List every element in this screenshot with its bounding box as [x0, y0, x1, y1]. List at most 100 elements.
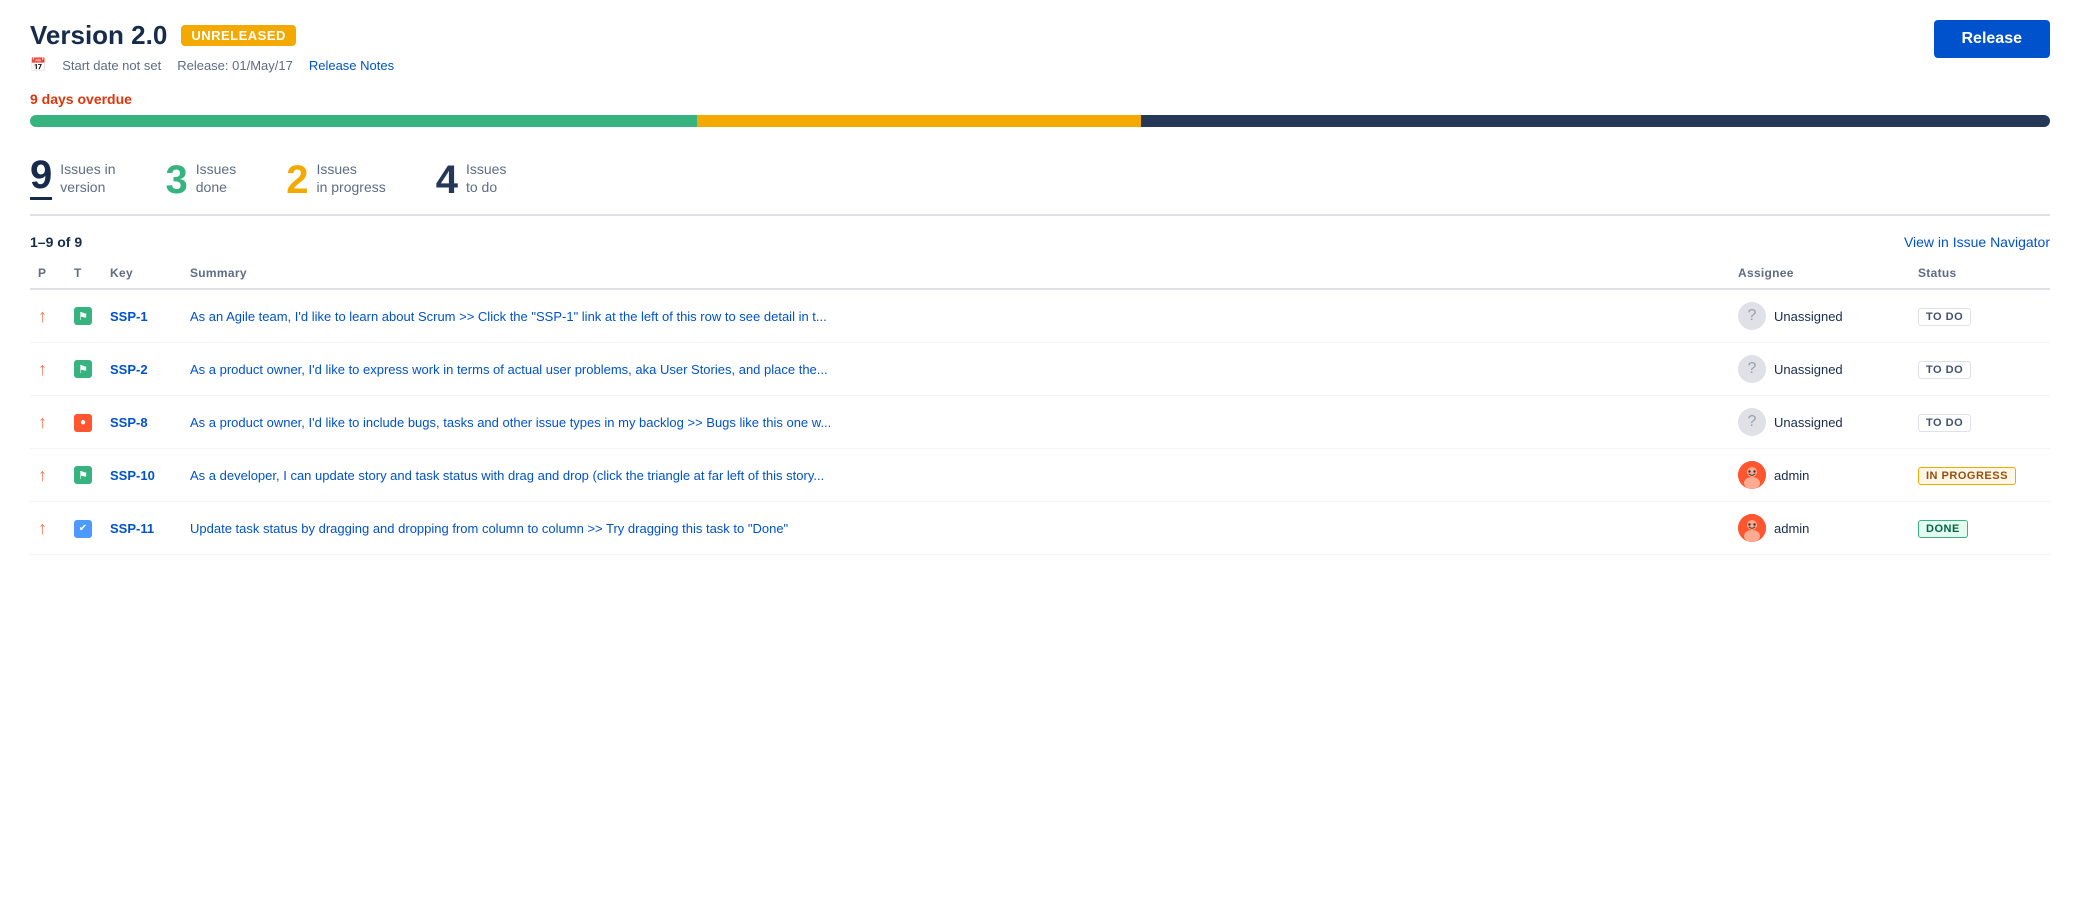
assignee-name: Unassigned [1774, 362, 1843, 377]
table-row: ↑ SSP-1 As an Agile team, I'd like to lear… [30, 289, 2050, 343]
avatar-unknown: ? [1738, 355, 1766, 383]
assignee-name: admin [1774, 521, 1809, 536]
stat-inprogress-label: Issuesin progress [316, 160, 385, 200]
summary-cell: As a product owner, I'd like to express … [182, 343, 1730, 396]
type-task-icon [74, 520, 92, 538]
issue-key-link[interactable]: SSP-1 [110, 309, 148, 324]
assignee-name: Unassigned [1774, 309, 1843, 324]
type-story-icon [74, 307, 92, 325]
type-bug-icon [74, 414, 92, 432]
unknown-person-icon: ? [1748, 307, 1757, 325]
summary-cell: Update task status by dragging and dropp… [182, 502, 1730, 555]
status-cell: DONE [1910, 502, 2050, 555]
view-navigator-link[interactable]: View in Issue Navigator [1904, 234, 2050, 250]
priority-up-icon: ↑ [38, 465, 47, 485]
key-cell: SSP-8 [102, 396, 182, 449]
release-notes-link[interactable]: Release Notes [309, 58, 394, 73]
stat-todo-number: 4 [436, 160, 458, 200]
type-cell [66, 449, 102, 502]
summary-cell: As a product owner, I'd like to include … [182, 396, 1730, 449]
avatar-admin [1738, 514, 1766, 542]
status-badge[interactable]: TO DO [1918, 308, 1971, 326]
type-story-icon [74, 466, 92, 484]
stat-done-number: 3 [166, 160, 188, 200]
assignee-content: ? Unassigned [1738, 355, 1902, 383]
assignee-cell: admin [1730, 449, 1910, 502]
priority-cell: ↑ [30, 343, 66, 396]
header-left: Version 2.0 UNRELEASED 📅 Start date not … [30, 20, 394, 73]
table-header-row: 1–9 of 9 View in Issue Navigator [30, 234, 2050, 250]
assignee-cell: ?Unassigned [1730, 396, 1910, 449]
issue-summary-link[interactable]: As a product owner, I'd like to include … [190, 415, 831, 430]
stat-total-number: 9 [30, 155, 52, 200]
issue-summary-link[interactable]: As a developer, I can update story and t… [190, 468, 824, 483]
status-badge[interactable]: IN PROGRESS [1918, 467, 2016, 485]
status-cell: TO DO [1910, 396, 2050, 449]
stat-inprogress-number: 2 [286, 160, 308, 200]
assignee-cell: admin [1730, 502, 1910, 555]
admin-avatar-svg [1738, 514, 1766, 542]
page-container: Version 2.0 UNRELEASED 📅 Start date not … [0, 0, 2080, 575]
release-date: Release: 01/May/17 [177, 58, 293, 73]
priority-cell: ↑ [30, 449, 66, 502]
summary-cell: As a developer, I can update story and t… [182, 449, 1730, 502]
table-row: ↑ SSP-2 As a product owner, I'd like to ex… [30, 343, 2050, 396]
stat-done: 3 Issuesdone [166, 160, 237, 200]
table-count: 1–9 of 9 [30, 234, 82, 250]
unknown-person-icon: ? [1748, 413, 1757, 431]
priority-up-icon: ↑ [38, 306, 47, 326]
col-header-key: Key [102, 260, 182, 289]
issue-summary-link[interactable]: As a product owner, I'd like to express … [190, 362, 828, 377]
stat-inprogress: 2 Issuesin progress [286, 160, 386, 200]
table-head: P T Key Summary Assignee Status [30, 260, 2050, 289]
progress-done-segment [30, 115, 697, 127]
type-cell [66, 289, 102, 343]
status-badge[interactable]: TO DO [1918, 361, 1971, 379]
overdue-text: 9 days overdue [30, 91, 2050, 107]
key-cell: SSP-1 [102, 289, 182, 343]
status-cell: TO DO [1910, 289, 2050, 343]
progress-todo-segment [1141, 115, 2050, 127]
table-header-columns: P T Key Summary Assignee Status [30, 260, 2050, 289]
issue-summary-link[interactable]: Update task status by dragging and dropp… [190, 521, 788, 536]
issue-key-link[interactable]: SSP-11 [110, 521, 154, 536]
type-cell [66, 502, 102, 555]
col-header-assignee: Assignee [1730, 260, 1910, 289]
version-title: Version 2.0 [30, 20, 167, 51]
col-header-p: P [30, 260, 66, 289]
priority-up-icon: ↑ [38, 412, 47, 432]
key-cell: SSP-10 [102, 449, 182, 502]
table-row: ↑ SSP-10 As a developer, I can update stor… [30, 449, 2050, 502]
avatar-admin [1738, 461, 1766, 489]
stat-todo: 4 Issuesto do [436, 160, 507, 200]
col-header-summary: Summary [182, 260, 1730, 289]
issue-key-link[interactable]: SSP-10 [110, 468, 155, 483]
issue-summary-link[interactable]: As an Agile team, I'd like to learn abou… [190, 309, 827, 324]
col-header-t: T [66, 260, 102, 289]
priority-cell: ↑ [30, 502, 66, 555]
issue-key-link[interactable]: SSP-2 [110, 362, 148, 377]
table-row: ↑ SSP-8 As a product owner, I'd like to in… [30, 396, 2050, 449]
type-cell [66, 396, 102, 449]
status-cell: IN PROGRESS [1910, 449, 2050, 502]
key-cell: SSP-11 [102, 502, 182, 555]
priority-up-icon: ↑ [38, 359, 47, 379]
type-story-icon [74, 360, 92, 378]
assignee-cell: ? Unassigned [1730, 343, 1910, 396]
page-header: Version 2.0 UNRELEASED 📅 Start date not … [30, 20, 2050, 73]
avatar-unknown: ? [1738, 302, 1766, 330]
status-badge[interactable]: DONE [1918, 520, 1968, 538]
stats-row: 9 Issues inversion 3 Issuesdone 2 Issues… [30, 145, 2050, 216]
assignee-content: admin [1738, 461, 1902, 489]
table-row: ↑ SSP-11 Update task status by dragging an… [30, 502, 2050, 555]
type-cell [66, 343, 102, 396]
stat-total: 9 Issues inversion [30, 155, 116, 200]
progress-inprogress-segment [697, 115, 1141, 127]
issue-key-link[interactable]: SSP-8 [110, 415, 148, 430]
calendar-icon: 📅 [30, 57, 46, 73]
release-button[interactable]: Release [1934, 20, 2051, 58]
status-badge[interactable]: TO DO [1918, 414, 1971, 432]
assignee-name: admin [1774, 468, 1809, 483]
assignee-content: ?Unassigned [1738, 408, 1902, 436]
stat-total-label: Issues inversion [60, 160, 115, 200]
